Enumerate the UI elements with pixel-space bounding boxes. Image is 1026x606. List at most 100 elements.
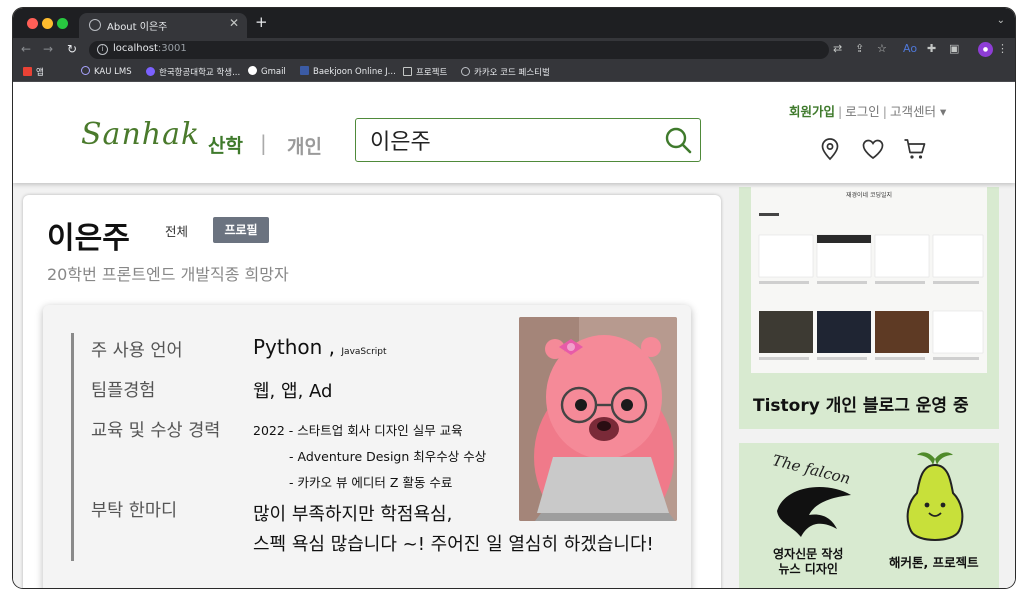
heart-icon[interactable] (861, 137, 885, 161)
profile-subtitle: 20학번 프론트엔드 개발직종 희망자 (47, 265, 289, 284)
search-icon[interactable] (664, 126, 692, 154)
info-icon[interactable]: i (97, 44, 108, 55)
auth-separator: | (882, 104, 887, 119)
edu-label: 교육 및 수상 경력 (91, 421, 221, 441)
tab-bar: About 이은주 ✕ + ⌄ (13, 8, 1015, 38)
news-line-1: 영자신문 작성 (773, 547, 844, 561)
bookmark-apps[interactable]: 앱 (23, 66, 44, 78)
lang-label: 주 사용 언어 (91, 341, 183, 361)
search-box (355, 118, 701, 162)
falcon-logo-text: The falcon (771, 451, 853, 488)
bookmark-label: 앱 (36, 68, 44, 78)
nav-sanhak[interactable]: 산학 (208, 131, 243, 158)
site-header: Sanhak 산학 | 개인 회원가입|로그인|고객센터 ▾ (13, 83, 1015, 183)
search-input[interactable] (370, 126, 660, 154)
lang-main: Python , (253, 335, 336, 359)
globe-icon (89, 19, 101, 31)
bookmarks-bar: 앱 KAU LMS 한국항공대학교 학생... Gmail Baekjoon O… (13, 62, 1015, 82)
address-bar[interactable]: i localhost:3001 (89, 41, 829, 59)
site-logo[interactable]: Sanhak (81, 117, 200, 152)
bookmark-label: KAU LMS (94, 67, 132, 77)
news-text: 영자신문 작성 뉴스 디자인 (773, 547, 843, 577)
team-label: 팀플경험 (91, 381, 156, 401)
url-host: localhost (113, 43, 158, 54)
translate-icon[interactable]: ⇄ (833, 42, 842, 55)
profile-name: 이은주 (47, 221, 130, 256)
location-pin-icon[interactable] (818, 137, 842, 161)
back-icon[interactable]: ← (21, 42, 31, 56)
forward-icon[interactable]: → (43, 42, 53, 56)
school-icon (146, 67, 155, 76)
folder-icon (403, 67, 412, 76)
url-port: :3001 (157, 43, 187, 54)
puzzle-icon[interactable]: ✚ (927, 42, 936, 55)
news-line-2: 뉴스 디자인 (778, 562, 838, 576)
profile-info-box: 주 사용 언어 Python , JavaScript 팀플경험 웹, 앱, A… (43, 305, 691, 588)
page-content: Sanhak 산학 | 개인 회원가입|로그인|고객센터 ▾ (13, 83, 1015, 588)
url-text: localhost:3001 (113, 43, 187, 54)
tab-active[interactable]: About 이은주 ✕ (79, 13, 247, 38)
new-tab-button[interactable]: + (255, 13, 268, 31)
bookmark-project-folder[interactable]: 프로젝트 (403, 66, 447, 78)
support-link[interactable]: 고객센터 ▾ (890, 104, 946, 119)
lang-sub: JavaScript (341, 347, 387, 357)
bookmark-gmail[interactable]: Gmail (248, 66, 286, 77)
extension-ao-icon[interactable]: Ao (903, 42, 917, 55)
nav-personal[interactable]: 개인 (287, 132, 322, 159)
falcon-logo: The falcon (771, 451, 853, 537)
blog-screenshot-image: 재경이네 코딩일지 (751, 187, 987, 373)
menu-icon[interactable]: ⋮ (997, 42, 1008, 55)
edu-item-3: - 카카오 뷰 에디터 Z 활동 수료 (289, 475, 453, 490)
globe-icon (461, 67, 470, 76)
filter-profile-tab[interactable]: 프로필 (213, 217, 269, 243)
bookmark-baekjoon[interactable]: Baekjoon Online J... (300, 66, 396, 77)
auth-separator: | (838, 104, 843, 119)
sidepanel-icon[interactable]: ▣ (949, 42, 959, 55)
pear-character-image (906, 452, 964, 541)
maximize-window-button[interactable] (57, 18, 68, 29)
word-line-1: 많이 부족하지만 학점욕심, (253, 504, 453, 525)
lang-value: Python , JavaScript (253, 335, 387, 359)
browser-toolbar: ← → ↻ i localhost:3001 ⇄ ⇪ ☆ Ao ✚ ▣ ● ⋮ (13, 38, 1015, 62)
bookmark-kau[interactable]: 한국항공대학교 학생... (146, 66, 240, 78)
bookmark-label: Gmail (261, 67, 286, 77)
tab-title: About 이은주 (107, 22, 168, 33)
google-icon (248, 66, 257, 75)
minimize-window-button[interactable] (42, 18, 53, 29)
filter-all-tab[interactable]: 전체 (165, 221, 188, 240)
team-value: 웹, 앱, Ad (253, 381, 333, 402)
edu-item-1: 2022 - 스타트업 회사 디자인 실무 교육 (253, 423, 463, 438)
circle-icon (81, 66, 90, 75)
apps-grid-icon (23, 67, 32, 76)
blog-caption: Tistory 개인 블로그 운영 중 (753, 396, 969, 416)
bookmark-label: 카카오 코드 페스티벌 (474, 68, 550, 78)
profile-avatar[interactable]: ● (978, 42, 993, 57)
hackathon-label: 해커톤, 프로젝트 (889, 555, 979, 570)
blog-card[interactable]: 재경이네 코딩일지 Tistory 개인 블로그 운영 중 (739, 187, 999, 429)
bookmark-label: 프로젝트 (416, 68, 448, 78)
star-icon[interactable]: ☆ (877, 42, 887, 55)
chevron-down-icon[interactable]: ⌄ (997, 15, 1005, 26)
divider (71, 333, 74, 561)
close-window-button[interactable] (27, 18, 38, 29)
bookmark-kakao[interactable]: 카카오 코드 페스티벌 (461, 66, 550, 78)
profile-avatar-image (519, 317, 677, 521)
baekjoon-icon (300, 66, 309, 75)
close-icon[interactable]: ✕ (229, 16, 239, 30)
auth-links: 회원가입 | 로그인 | 고객센터 ▾ (789, 101, 946, 120)
word-label: 부탁 한마디 (91, 501, 178, 521)
login-link[interactable]: 로그인 (845, 104, 880, 119)
reload-icon[interactable]: ↻ (67, 42, 77, 56)
bookmark-label: 한국항공대학교 학생... (159, 68, 241, 78)
nav-separator: | (260, 131, 267, 155)
cart-icon[interactable] (903, 137, 927, 161)
edu-item-2: - Adventure Design 최우수상 수상 (289, 449, 487, 464)
signup-link[interactable]: 회원가입 (789, 104, 835, 119)
browser-window: About 이은주 ✕ + ⌄ ← → ↻ i localhost:3001 ⇄… (13, 8, 1015, 588)
blog-header-text: 재경이네 코딩일지 (846, 191, 892, 199)
share-icon[interactable]: ⇪ (855, 42, 864, 55)
bookmark-label: Baekjoon Online J... (313, 67, 396, 77)
bookmark-kau-lms[interactable]: KAU LMS (81, 66, 132, 77)
word-line-2: 스펙 욕심 많습니다 ~! 주어진 일 열심히 하겠습니다! (253, 534, 654, 555)
achievement-card[interactable]: The falcon 영자신문 작성 뉴스 디자인 해커톤, 프로젝트 (739, 443, 999, 588)
